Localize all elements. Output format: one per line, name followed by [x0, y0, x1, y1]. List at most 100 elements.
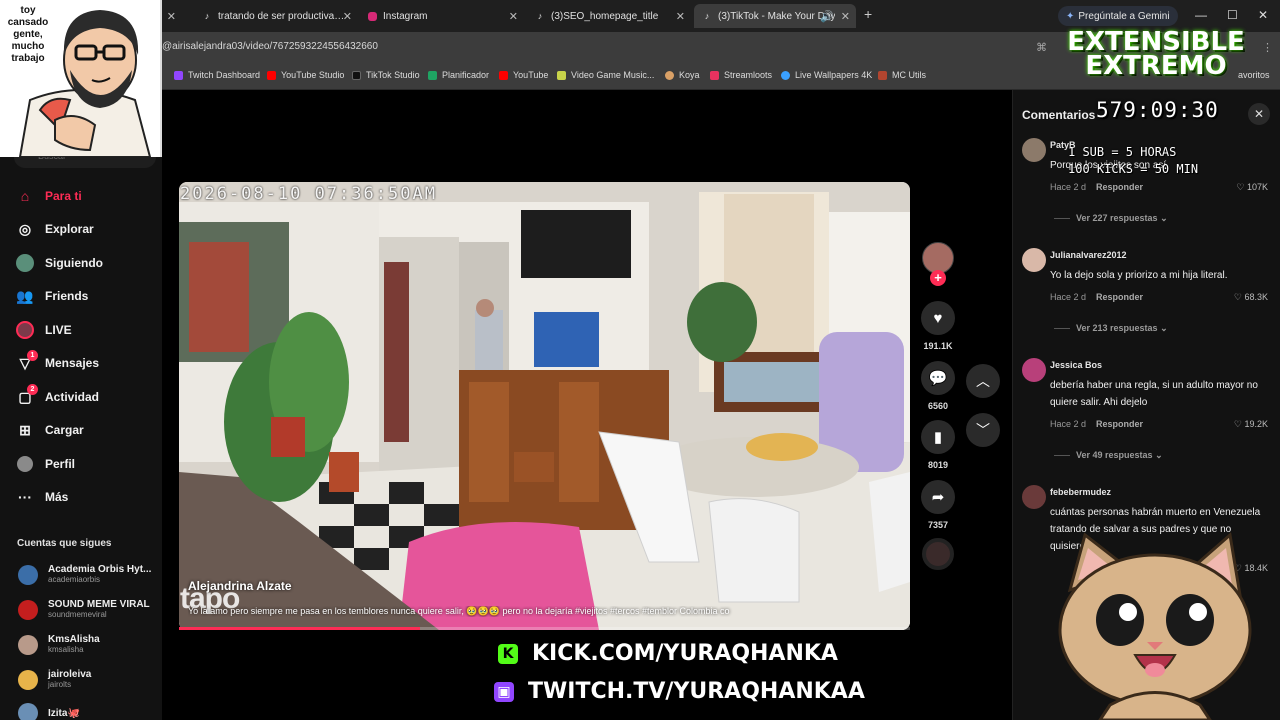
minimize-icon[interactable]: —	[1195, 8, 1207, 22]
nav-label: Friends	[45, 289, 89, 303]
tab-label: Instagram	[383, 10, 428, 22]
close-icon: ✕	[1253, 107, 1265, 121]
comment-user[interactable]: Jessica Bos	[1050, 360, 1102, 370]
comment-button[interactable]: 💬	[921, 361, 955, 395]
next-video-button[interactable]: ﹀	[966, 413, 1000, 447]
nav-explorar[interactable]: ◎ Explorar	[16, 220, 94, 238]
bookmark-twitch-dashboard[interactable]: Twitch Dashboard	[174, 70, 260, 80]
bookmark-mc-utils[interactable]: MC Utils	[878, 70, 926, 80]
subathon-rules: 1 SUB = 5 HORAS 100 KICKS = 50 MIN	[1068, 144, 1198, 178]
music-disc-icon[interactable]	[922, 538, 954, 570]
bookmark-tiktok-studio[interactable]: TikTok Studio	[352, 70, 420, 80]
speaker-icon[interactable]: 🔊	[820, 10, 834, 23]
close-icon[interactable]: ✕	[167, 10, 176, 23]
reply-button[interactable]: Responder	[1096, 292, 1143, 302]
account-name: SOUND MEME VIRAL	[48, 599, 150, 610]
maximize-icon[interactable]: ☐	[1227, 8, 1238, 22]
bookmark-label: YouTube Studio	[281, 70, 345, 80]
nav-mas[interactable]: ··· Más	[16, 488, 68, 506]
subathon-timer: 579:09:30	[1096, 98, 1219, 122]
close-comments-button[interactable]: ✕	[1248, 103, 1270, 125]
bookmark-youtube[interactable]: YouTube	[499, 70, 548, 80]
close-icon[interactable]: ✕	[343, 10, 352, 23]
tiktok-icon: ♪	[704, 11, 710, 21]
url-field[interactable]: @airisalejandra03/video/7672593224556432…	[162, 41, 378, 52]
save-count: 8019	[927, 460, 949, 470]
comment-like[interactable]: ♡ 107K	[1236, 182, 1268, 193]
nav-actividad[interactable]: ▢ 2 Actividad	[16, 384, 99, 406]
avatar[interactable]	[1022, 485, 1046, 509]
profile-icon	[16, 455, 34, 473]
close-window-icon[interactable]: ✕	[1258, 8, 1268, 22]
tab-close-partial[interactable]: ✕	[162, 4, 182, 28]
comment-user[interactable]: Julianalvarez2012	[1050, 250, 1127, 260]
reply-button[interactable]: Responder	[1096, 419, 1143, 429]
sheets-icon	[428, 70, 437, 80]
compass-icon: ◎	[18, 220, 32, 237]
follow-plus-icon[interactable]: +	[930, 270, 946, 286]
translate-icon[interactable]: ⌘	[1036, 41, 1047, 54]
bookmark-streamloots[interactable]: Streamloots	[710, 70, 772, 80]
comment-like[interactable]: ♡ 68.3K	[1234, 292, 1268, 303]
nav-mensajes[interactable]: ▽ 1 Mensajes	[16, 350, 99, 372]
nav-siguiendo[interactable]: Siguiendo	[16, 254, 103, 272]
bookmark-youtube-studio[interactable]: YouTube Studio	[267, 70, 344, 80]
followed-account[interactable]: SOUND MEME VIRAL soundmemeviral	[18, 599, 150, 620]
nav-friends[interactable]: 👥 Friends	[16, 287, 88, 305]
avatar	[18, 634, 38, 655]
video-author[interactable]: Alejandrina Alzate	[188, 579, 292, 593]
nav-para-ti[interactable]: ⌂ Para ti	[16, 187, 82, 205]
gemini-button[interactable]: ✦ Pregúntale a Gemini	[1058, 6, 1178, 26]
nav-perfil[interactable]: Perfil	[16, 455, 75, 473]
comment-meta: Hace 2 d Responder	[1050, 292, 1143, 302]
account-handle: kmsalisha	[48, 645, 84, 654]
share-button[interactable]: ➦	[921, 480, 955, 514]
previous-video-button[interactable]: ︿	[966, 364, 1000, 398]
following-title: Cuentas que sigues	[17, 538, 112, 549]
save-button[interactable]: ▮	[921, 420, 955, 454]
comment-user[interactable]: febebermudez	[1050, 487, 1111, 497]
new-tab-button[interactable]: +	[864, 6, 872, 22]
tab-tiktok[interactable]: ♪ (3)TikTok - Make Your Day 🔊 ✕	[694, 4, 856, 28]
comment-text: Yo la dejo sola y priorizo a mi hija lit…	[1050, 270, 1228, 281]
close-icon[interactable]: ✕	[509, 10, 518, 23]
twitch-icon	[174, 70, 183, 80]
bookmark-planificador[interactable]: Planificador	[428, 70, 489, 80]
followed-account[interactable]: Academia Orbis Hyt... academiaorbis	[18, 564, 151, 585]
menu-icon[interactable]: ⋮	[1262, 41, 1273, 54]
video-progress-bar[interactable]	[179, 627, 910, 630]
bookmark-live-wallpapers[interactable]: Live Wallpapers 4K	[781, 70, 872, 80]
tab-productiva[interactable]: ♪ tratando de ser productiva per ✕	[194, 4, 358, 28]
video-player[interactable]	[179, 182, 910, 630]
streamloots-icon	[710, 70, 719, 80]
followed-account[interactable]: Izita🐙	[18, 703, 80, 720]
twitch-url: TWITCH.TV/YURAQHANKAA	[528, 679, 865, 704]
view-replies-button[interactable]: Ver 49 respuestas ⌄	[1054, 450, 1163, 461]
close-icon[interactable]: ✕	[841, 10, 850, 23]
reply-button[interactable]: Responder	[1096, 182, 1143, 192]
followed-account[interactable]: KmsAlisha kmsalisha	[18, 634, 100, 655]
video-progress-fill	[179, 627, 421, 630]
nav-cargar[interactable]: ⊞ Cargar	[16, 421, 84, 439]
bookmark-koya[interactable]: Koya	[665, 70, 700, 80]
view-replies-button[interactable]: Ver 227 respuestas ⌄	[1054, 213, 1168, 224]
followed-account[interactable]: jairoleiva jairolts	[18, 669, 91, 690]
avatar[interactable]	[1022, 138, 1046, 162]
friends-icon: 👥	[16, 287, 34, 304]
avatar[interactable]	[1022, 248, 1046, 272]
nav-live[interactable]: LIVE	[16, 321, 72, 339]
like-button[interactable]: ♥	[921, 301, 955, 335]
avatar[interactable]	[1022, 358, 1046, 382]
tab-instagram[interactable]: Instagram ✕	[360, 4, 524, 28]
view-replies-button[interactable]: Ver 213 respuestas ⌄	[1054, 323, 1168, 334]
bookmark-label: Streamloots	[724, 70, 773, 80]
more-icon: ···	[18, 489, 32, 505]
bookmark-label: TikTok Studio	[366, 70, 420, 80]
close-icon[interactable]: ✕	[676, 10, 685, 23]
nav-label: Explorar	[45, 222, 94, 236]
twitch-icon: ▣	[494, 681, 514, 702]
tiktok-icon	[352, 70, 361, 80]
tab-seo[interactable]: ♪ (3)SEO_homepage_title ✕	[527, 4, 691, 28]
comment-like[interactable]: ♡ 19.2K	[1234, 419, 1268, 430]
bookmark-video-game-music[interactable]: Video Game Music...	[557, 70, 654, 80]
